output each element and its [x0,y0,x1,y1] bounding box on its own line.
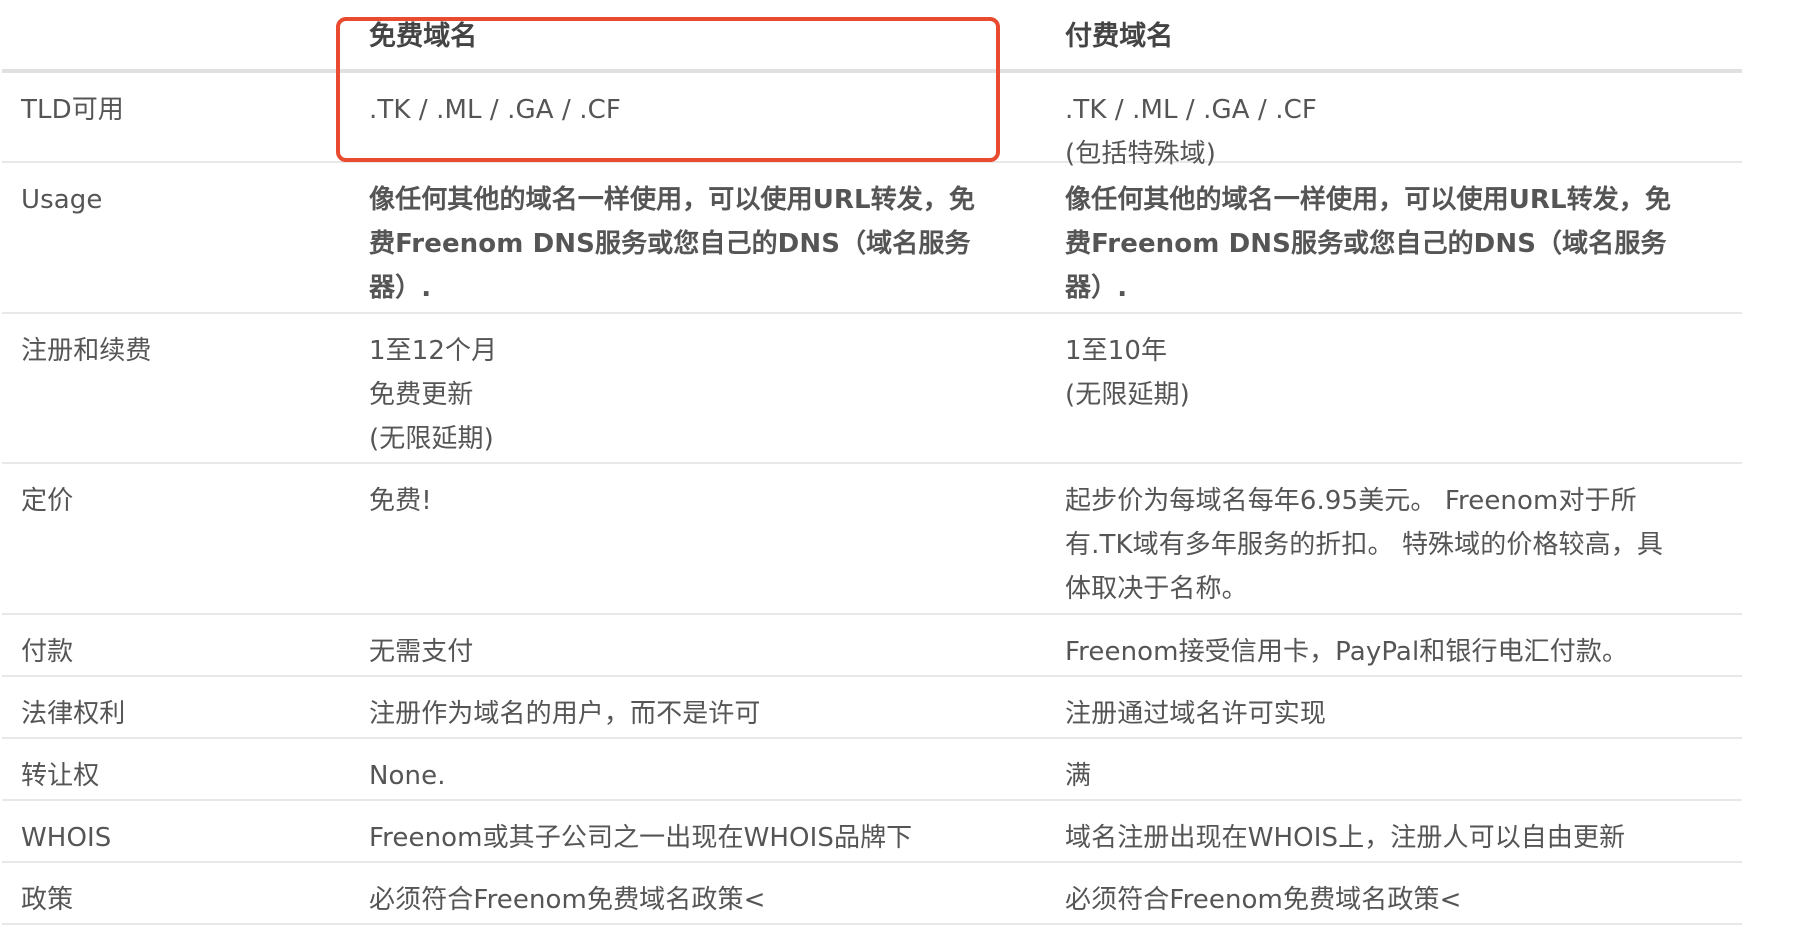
paid-domain-header: 付费域名 [1065,21,1174,52]
free-text: 注册作为域名的用户，而不是许可 [369,699,761,729]
row-label: 付款 [21,637,74,667]
free-cell: 无需支付 [369,615,1065,675]
paid-cell: 必须符合Freenom免费域名政策< [1065,863,1742,923]
free-text: 器）. [369,273,432,303]
free-text: (无限延期) [369,424,494,454]
row-label: TLD可用 [21,95,124,125]
transfer-rights-row: 转让权 None. 满 [2,739,1742,801]
free-cell: 必须符合Freenom免费域名政策< [369,863,1065,923]
paid-text: (无限延期) [1065,380,1190,410]
paid-cell: 像任何其他的域名一样使用，可以使用URL转发，免 费Freenom DNS服务或… [1065,163,1742,312]
row-label: 转让权 [21,761,100,791]
paid-text: Freenom接受信用卡，PayPal和银行电汇付款。 [1065,637,1629,667]
row-label: 政策 [21,885,74,915]
table-header-row: 免费域名 付费域名 [2,0,1742,73]
paid-text: 器）. [1065,273,1128,303]
free-text: 费Freenom DNS服务或您自己的DNS（域名服务 [369,229,971,259]
paid-cell: Freenom接受信用卡，PayPal和银行电汇付款。 [1065,615,1742,675]
usage-row: Usage 像任何其他的域名一样使用，可以使用URL转发，免 费Freenom … [2,163,1742,314]
free-text: None. [369,761,446,791]
free-domain-header: 免费域名 [369,21,478,52]
tld-row: TLD可用 .TK / .ML / .GA / .CF .TK / .ML / … [2,73,1742,169]
free-cell: .TK / .ML / .GA / .CF [369,73,1065,176]
paid-cell: 1至10年 (无限延期) [1065,314,1742,462]
paid-text: 起步价为每域名每年6.95美元。 Freenom对于所 [1065,486,1637,516]
paid-cell: 满 [1065,739,1742,799]
paid-cell: .TK / .ML / .GA / .CF (包括特殊域) [1065,73,1742,176]
row-label: 定价 [21,486,74,516]
row-label: WHOIS [21,823,112,853]
paid-cell: 域名注册出现在WHOIS上，注册人可以自由更新 [1065,801,1742,861]
free-cell: 1至12个月 免费更新 (无限延期) [369,314,1065,462]
pricing-row: 定价 免费! 起步价为每域名每年6.95美元。 Freenom对于所 有.TK域… [2,464,1742,615]
free-text: 无需支付 [369,637,474,667]
header-label-cell [2,0,369,69]
paid-text: 满 [1065,761,1092,791]
paid-text: 1至10年 [1065,336,1168,366]
legal-rights-row: 法律权利 注册作为域名的用户，而不是许可 注册通过域名许可实现 [2,677,1742,739]
free-text: 像任何其他的域名一样使用，可以使用URL转发，免 [369,185,976,215]
row-label: 法律权利 [21,699,126,729]
paid-text: 体取决于名称。 [1065,574,1248,604]
free-text: Freenom或其子公司之一出现在WHOIS品牌下 [369,823,913,853]
row-label: Usage [21,185,103,215]
free-text: 免费! [369,486,432,516]
whois-row: WHOIS Freenom或其子公司之一出现在WHOIS品牌下 域名注册出现在W… [2,801,1742,863]
free-text: 1至12个月 [369,336,498,366]
paid-text: .TK / .ML / .GA / .CF [1065,95,1317,125]
paid-text: 费Freenom DNS服务或您自己的DNS（域名服务 [1065,229,1667,259]
paid-text: 像任何其他的域名一样使用，可以使用URL转发，免 [1065,185,1672,215]
policy-row: 政策 必须符合Freenom免费域名政策< 必须符合Freenom免费域名政策< [2,863,1742,925]
domain-comparison-table: 免费域名 付费域名 TLD可用 .TK / .ML / .GA / .CF .T… [2,0,1742,925]
paid-text: 域名注册出现在WHOIS上，注册人可以自由更新 [1065,823,1626,853]
paid-text: 注册通过域名许可实现 [1065,699,1327,729]
free-cell: 注册作为域名的用户，而不是许可 [369,677,1065,737]
paid-text: 必须符合Freenom免费域名政策< [1065,885,1462,915]
free-text: 免费更新 [369,380,474,410]
free-text: 必须符合Freenom免费域名政策< [369,885,766,915]
free-cell: 免费! [369,464,1065,613]
registration-row: 注册和续费 1至12个月 免费更新 (无限延期) 1至10年 (无限延期) [2,314,1742,464]
free-cell: None. [369,739,1065,799]
free-cell: 像任何其他的域名一样使用，可以使用URL转发，免 费Freenom DNS服务或… [369,163,1065,312]
paid-cell: 注册通过域名许可实现 [1065,677,1742,737]
free-cell: Freenom或其子公司之一出现在WHOIS品牌下 [369,801,1065,861]
free-text: .TK / .ML / .GA / .CF [369,95,621,125]
paid-cell: 起步价为每域名每年6.95美元。 Freenom对于所 有.TK域有多年服务的折… [1065,464,1742,613]
row-label: 注册和续费 [21,336,152,366]
payment-row: 付款 无需支付 Freenom接受信用卡，PayPal和银行电汇付款。 [2,615,1742,677]
paid-text: 有.TK域有多年服务的折扣。 特殊域的价格较高，具 [1065,530,1663,560]
